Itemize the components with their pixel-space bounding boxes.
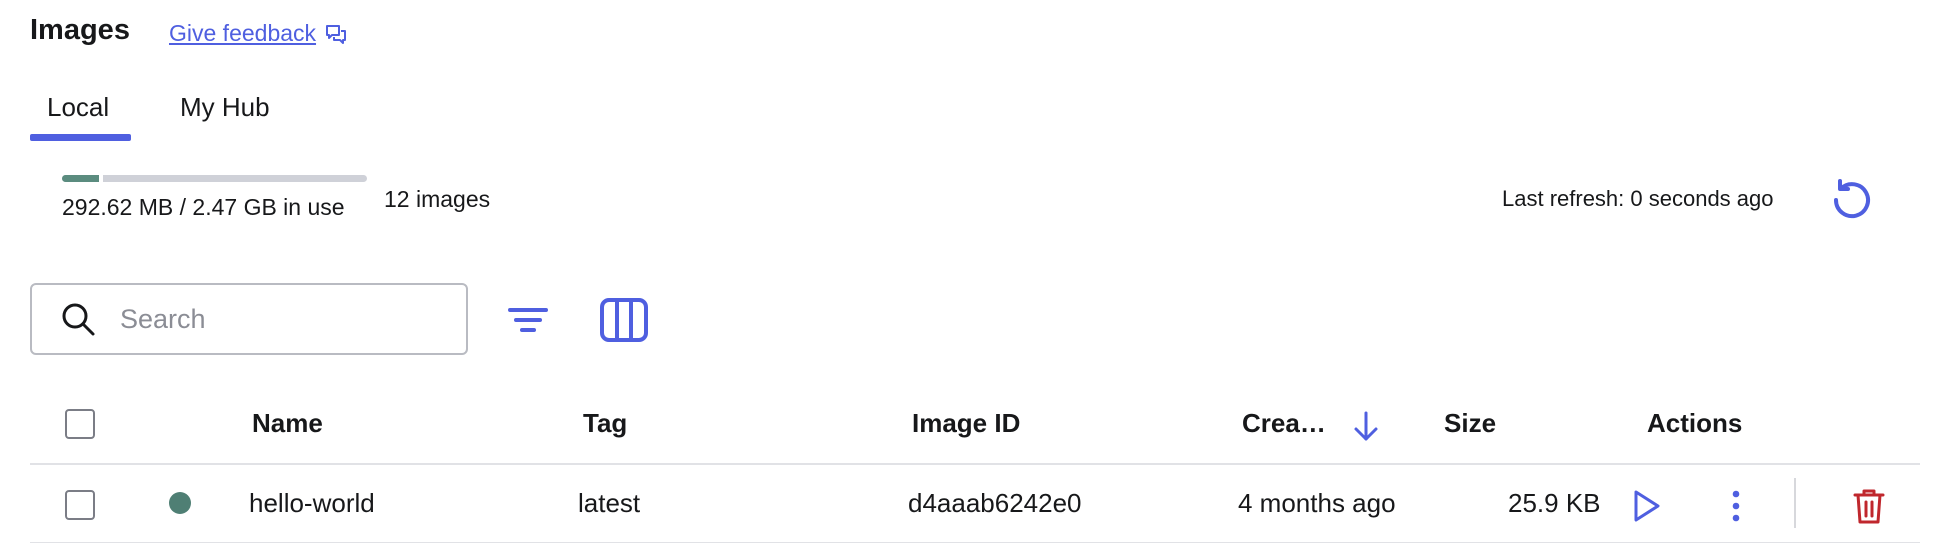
- row-checkbox[interactable]: [65, 490, 95, 520]
- image-id: d4aaab6242e0: [908, 488, 1082, 518]
- refresh-icon[interactable]: [1826, 176, 1874, 224]
- column-header-name[interactable]: Name: [252, 408, 323, 439]
- column-header-size[interactable]: Size: [1444, 408, 1496, 439]
- images-count: 12 images: [384, 186, 491, 212]
- chat-bubbles-icon: [326, 24, 347, 44]
- play-icon[interactable]: [1630, 488, 1664, 524]
- column-header-created[interactable]: Crea…: [1242, 408, 1326, 439]
- disk-usage-fill: [62, 175, 99, 182]
- last-refresh-text: Last refresh: 0 seconds ago: [1502, 186, 1774, 211]
- image-size: 25.9 KB: [1508, 488, 1601, 518]
- search-box: [30, 283, 468, 355]
- disk-usage-bar: [62, 175, 367, 182]
- kebab-menu-icon[interactable]: [1724, 488, 1748, 524]
- column-header-actions: Actions: [1647, 408, 1743, 438]
- tab-my-hub[interactable]: My Hub: [180, 92, 270, 123]
- column-header-tag[interactable]: Tag: [583, 408, 627, 439]
- search-input[interactable]: [118, 302, 442, 336]
- give-feedback-label: Give feedback: [169, 20, 317, 46]
- header-divider: [30, 463, 1920, 465]
- disk-usage-text: 292.62 MB / 2.47 GB in use: [62, 194, 345, 220]
- status-dot: [169, 492, 191, 514]
- actions-divider: [1794, 478, 1796, 528]
- select-all-checkbox[interactable]: [65, 409, 95, 439]
- column-header-image-id[interactable]: Image ID: [912, 408, 1020, 439]
- search-icon: [62, 303, 95, 336]
- image-name[interactable]: hello-world: [249, 488, 375, 519]
- give-feedback-link[interactable]: Give feedback: [169, 20, 348, 47]
- page-title: Images: [30, 14, 130, 46]
- columns-icon[interactable]: [598, 296, 650, 344]
- image-created: 4 months ago: [1238, 488, 1396, 518]
- filter-icon[interactable]: [504, 296, 552, 344]
- active-tab-indicator: [30, 134, 131, 141]
- arrow-down-icon[interactable]: [1352, 410, 1380, 442]
- trash-icon[interactable]: [1851, 486, 1887, 526]
- disk-usage-gap: [98, 175, 103, 182]
- tab-local[interactable]: Local: [47, 92, 109, 123]
- image-tag: latest: [578, 488, 641, 518]
